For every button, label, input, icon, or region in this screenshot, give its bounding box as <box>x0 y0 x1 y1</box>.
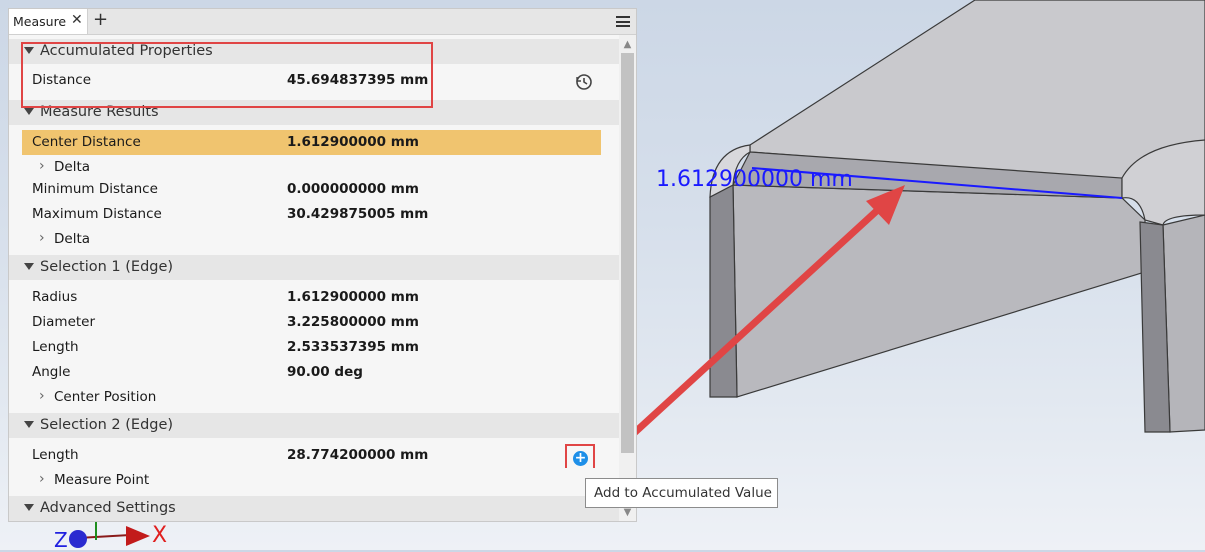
max-distance-row[interactable]: Maximum Distance 30.429875005 mm <box>9 202 619 227</box>
subgroup-label: Delta <box>54 159 91 175</box>
property-label: Distance <box>32 72 92 88</box>
subgroup-label: Measure Point <box>54 472 150 488</box>
property-value: 28.774200000 mm <box>287 447 429 463</box>
collapse-caret-icon[interactable] <box>24 504 34 511</box>
tab-measure-label: Measure <box>13 14 67 29</box>
property-value: 2.533537395 mm <box>287 339 419 355</box>
collapse-caret-icon[interactable] <box>24 108 34 115</box>
chevron-right-icon[interactable]: › <box>39 471 45 487</box>
chevron-right-icon[interactable]: › <box>39 388 45 404</box>
section-selection-2[interactable]: Selection 2 (Edge) <box>9 413 619 438</box>
collapse-caret-icon[interactable] <box>24 421 34 428</box>
radius-row[interactable]: Radius 1.612900000 mm <box>9 285 619 310</box>
min-distance-row[interactable]: Minimum Distance 0.000000000 mm <box>9 177 619 202</box>
property-value: 1.612900000 mm <box>287 134 419 150</box>
property-value: 3.225800000 mm <box>287 314 419 330</box>
property-value: 30.429875005 mm <box>287 206 429 222</box>
property-label: Diameter <box>32 314 96 330</box>
delta-row-2[interactable]: › Delta <box>9 227 619 252</box>
part-top-face <box>749 0 1205 181</box>
measure-panel: Measure ✕ + Accumulated Properties Dista… <box>8 8 637 522</box>
plus-circle-icon: + <box>573 450 588 466</box>
property-label: Center Distance <box>32 134 141 150</box>
section-header-label: Measure Results <box>40 104 159 120</box>
property-label: Radius <box>32 289 78 305</box>
dimension-label: 1.612900000 mm <box>656 167 853 192</box>
tab-bar: Measure ✕ + <box>9 9 636 35</box>
part-left-edge <box>709 184 738 398</box>
scroll-up-icon[interactable]: ▲ <box>619 37 636 53</box>
triad-x-label: X <box>152 523 168 548</box>
subgroup-label: Delta <box>54 231 91 247</box>
accumulated-distance-row[interactable]: Distance 45.694837395 mm <box>9 68 619 93</box>
add-tab-icon[interactable]: + <box>93 10 108 30</box>
property-value: 45.694837395 mm <box>287 72 429 88</box>
section-header-label: Selection 1 (Edge) <box>40 259 174 275</box>
tooltip-text: Add to Accumulated Value <box>594 485 772 501</box>
section-selection-1[interactable]: Selection 1 (Edge) <box>9 255 619 280</box>
angle-row[interactable]: Angle 90.00 deg <box>9 360 619 385</box>
close-icon[interactable]: ✕ <box>71 12 83 28</box>
center-position-row[interactable]: › Center Position <box>9 385 619 410</box>
section-header-label: Advanced Settings <box>40 500 176 516</box>
vertical-scrollbar[interactable]: ▲ ▼ <box>619 35 636 521</box>
property-label: Maximum Distance <box>32 206 162 222</box>
part-web-face <box>732 184 1146 398</box>
section-measure-results[interactable]: Measure Results <box>9 100 619 125</box>
section-header-label: Accumulated Properties <box>40 43 213 59</box>
scroll-thumb[interactable] <box>621 53 634 453</box>
collapse-caret-icon[interactable] <box>24 263 34 270</box>
tab-measure[interactable]: Measure ✕ <box>9 9 88 34</box>
property-label: Length <box>32 447 79 463</box>
triad-x-cone <box>126 526 150 546</box>
section-header-label: Selection 2 (Edge) <box>40 417 174 433</box>
length-row-2[interactable]: Length 28.774200000 mm + <box>9 443 619 472</box>
length-row-1[interactable]: Length 2.533537395 mm <box>9 335 619 360</box>
triad-origin <box>69 530 87 548</box>
property-label: Angle <box>32 364 71 380</box>
property-value: 0.000000000 mm <box>287 181 419 197</box>
history-clock-icon[interactable] <box>575 73 593 91</box>
measure-content: Accumulated Properties Distance 45.69483… <box>9 35 619 521</box>
chevron-right-icon[interactable]: › <box>39 158 45 174</box>
tooltip: Add to Accumulated Value <box>585 478 778 508</box>
measure-point-row[interactable]: › Measure Point <box>9 468 619 493</box>
property-value: 1.612900000 mm <box>287 289 419 305</box>
chevron-right-icon[interactable]: › <box>39 230 45 246</box>
property-label: Minimum Distance <box>32 181 158 197</box>
collapse-caret-icon[interactable] <box>24 47 34 54</box>
hamburger-menu-icon[interactable] <box>616 16 630 27</box>
center-distance-row[interactable]: Center Distance 1.612900000 mm <box>9 130 619 155</box>
property-value: 90.00 deg <box>287 364 363 380</box>
subgroup-label: Center Position <box>54 389 157 405</box>
section-advanced-settings[interactable]: Advanced Settings <box>9 496 619 521</box>
property-label: Length <box>32 339 79 355</box>
triad-z-label: Z <box>54 528 68 552</box>
section-accumulated-properties[interactable]: Accumulated Properties <box>9 39 619 64</box>
diameter-row[interactable]: Diameter 3.225800000 mm <box>9 310 619 335</box>
